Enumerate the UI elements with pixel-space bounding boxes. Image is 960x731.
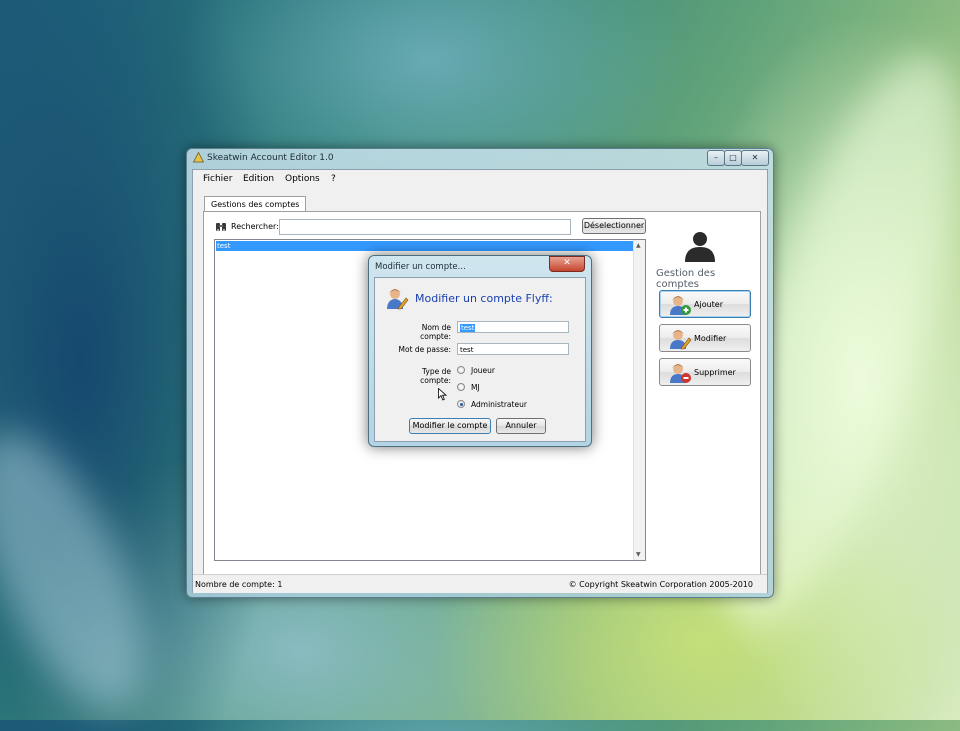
- account-count: Nombre de compte: 1: [195, 580, 283, 589]
- deselect-button[interactable]: Déselectionner: [582, 218, 646, 234]
- dialog-close-button[interactable]: ✕: [549, 256, 585, 272]
- account-name-label: Nom de compte:: [420, 323, 451, 341]
- close-button[interactable]: ✕: [741, 150, 769, 166]
- radio-administrateur-label: Administrateur: [471, 400, 527, 409]
- side-panel-heading: Gestion des comptes: [656, 268, 716, 290]
- edit-account-button[interactable]: Modifier: [659, 324, 751, 352]
- account-name-field[interactable]: test: [457, 321, 569, 333]
- delete-account-label: Supprimer: [694, 368, 736, 377]
- radio-mj[interactable]: [457, 383, 465, 391]
- dialog-heading: Modifier un compte Flyff:: [415, 292, 553, 305]
- search-input[interactable]: [279, 219, 571, 235]
- add-account-button[interactable]: Ajouter: [659, 290, 751, 318]
- dialog-title: Modifier un compte...: [375, 262, 466, 272]
- password-label: Mot de passe:: [398, 345, 451, 354]
- menu-bar: Fichier Edition Options ?: [193, 170, 767, 188]
- wallpaper-highlight: [0, 408, 178, 731]
- menu-edition[interactable]: Edition: [243, 174, 274, 184]
- scroll-down-icon[interactable]: ▼: [636, 551, 641, 558]
- confirm-edit-button[interactable]: Modifier le compte: [409, 418, 491, 434]
- list-scrollbar[interactable]: ▲ ▼: [633, 240, 645, 560]
- window-title: Skeatwin Account Editor 1.0: [207, 153, 334, 163]
- edit-account-label: Modifier: [694, 334, 727, 343]
- minimize-button[interactable]: –: [707, 150, 725, 166]
- dialog-client: Modifier un compte Flyff: Nom de compte:…: [374, 277, 586, 442]
- list-item[interactable]: test: [216, 241, 635, 251]
- copyright: © Copyright Skeatwin Corporation 2005-20…: [568, 580, 753, 589]
- user-silhouette-icon: [685, 232, 715, 262]
- app-icon: [193, 152, 204, 163]
- add-account-label: Ajouter: [694, 300, 724, 309]
- account-type-label: Type de compte:: [420, 367, 451, 385]
- account-name-value: test: [460, 324, 476, 332]
- mouse-cursor-icon: [438, 388, 447, 401]
- radio-mj-label: MJ: [471, 383, 480, 392]
- title-bar[interactable]: Skeatwin Account Editor 1.0 – □ ✕: [187, 149, 773, 169]
- user-add-icon: [670, 296, 691, 315]
- delete-account-button[interactable]: Supprimer: [659, 358, 751, 386]
- menu-options[interactable]: Options: [285, 174, 320, 184]
- scroll-up-icon[interactable]: ▲: [636, 242, 641, 249]
- menu-help[interactable]: ?: [331, 174, 336, 184]
- user-edit-icon: [387, 289, 409, 310]
- tab-gestion-comptes[interactable]: Gestions des comptes: [204, 196, 307, 212]
- radio-joueur-label: Joueur: [471, 366, 496, 375]
- radio-administrateur[interactable]: [457, 400, 465, 408]
- user-edit-icon: [670, 330, 692, 350]
- cancel-button[interactable]: Annuler: [496, 418, 546, 434]
- password-field[interactable]: test: [457, 343, 569, 355]
- search-label: Rechercher:: [231, 222, 279, 231]
- maximize-button[interactable]: □: [724, 150, 742, 166]
- menu-fichier[interactable]: Fichier: [203, 174, 232, 184]
- radio-joueur[interactable]: [457, 366, 465, 374]
- binoculars-icon: [216, 223, 226, 231]
- user-remove-icon: [670, 364, 691, 383]
- edit-account-dialog: Modifier un compte... ✕ Modifier un comp…: [368, 255, 592, 447]
- status-bar: Nombre de compte: 1 © Copyright Skeatwin…: [193, 574, 767, 593]
